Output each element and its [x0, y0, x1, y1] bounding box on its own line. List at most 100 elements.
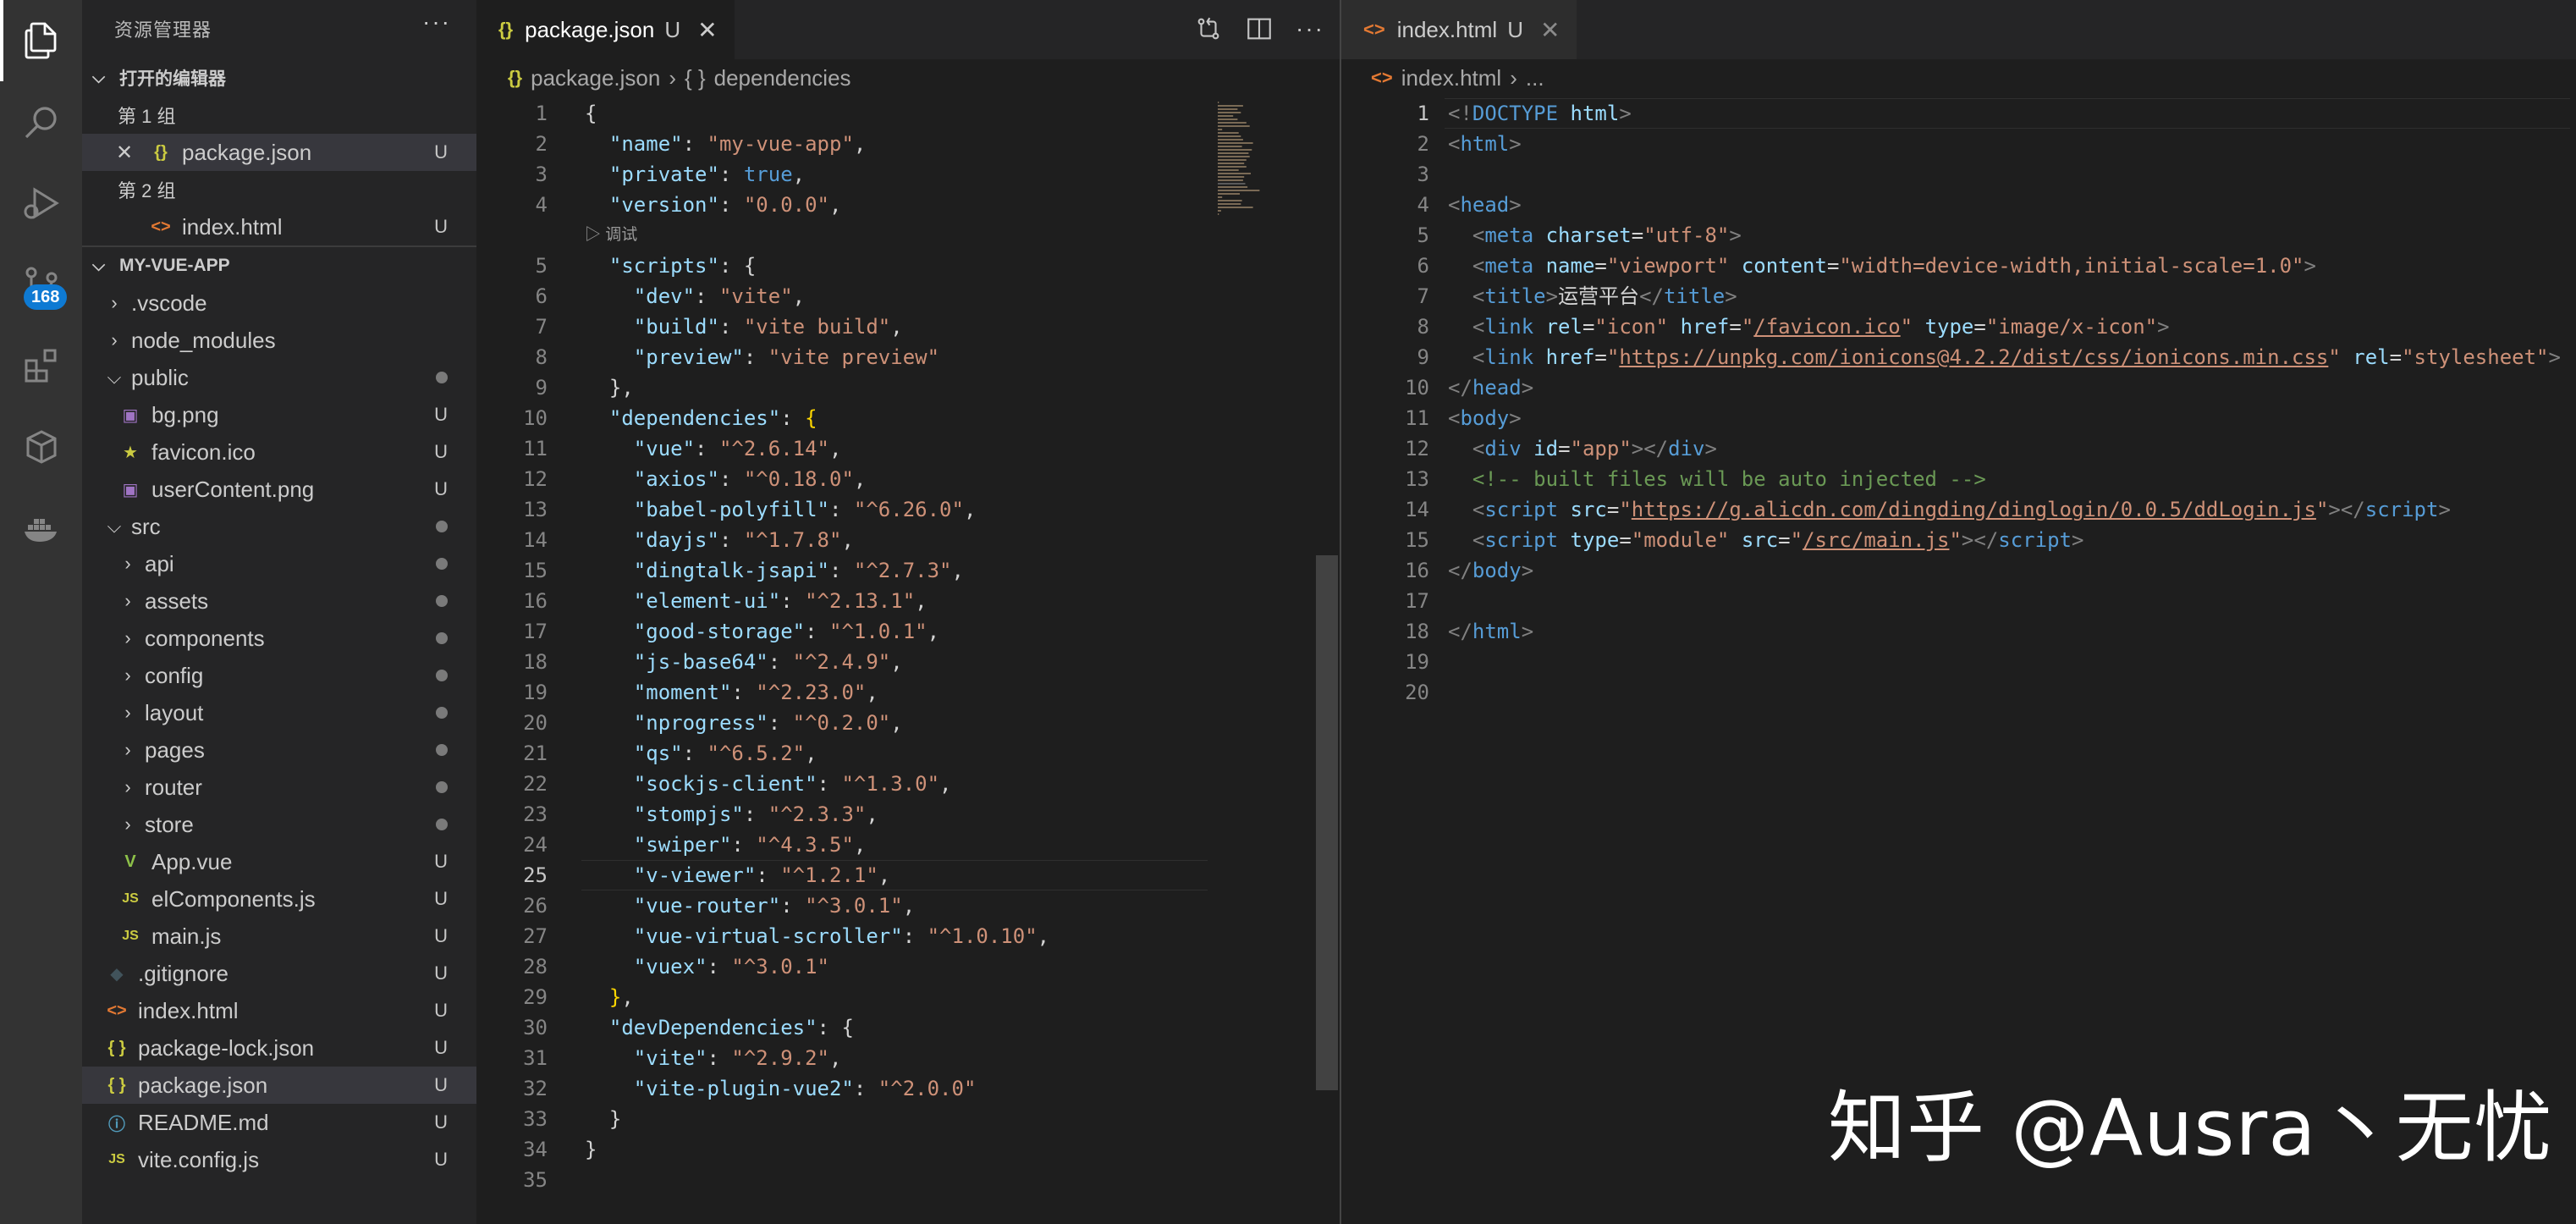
line-number: 19: [1405, 650, 1429, 674]
code-editor-right[interactable]: 1 <!DOCTYPE html> 2 <html> 3 4 <head> 5 <meta c…: [1341, 95, 2576, 1224]
code-editor-left[interactable]: 1 {2 "name": "my-vue-app", 3 "private": tr…: [476, 95, 1213, 1224]
tree-folder[interactable]: ⌵ public: [82, 359, 476, 396]
json-file-icon: { }: [107, 1075, 126, 1094]
code-line: <script type="module" src="/src/main.js"…: [1472, 528, 2084, 552]
extensions-icon[interactable]: [0, 325, 82, 406]
tree-item-label: favicon.ico: [151, 438, 256, 465]
git-status: U: [434, 1074, 448, 1095]
tree-folder[interactable]: › router: [82, 769, 476, 806]
close-icon[interactable]: ✕: [1540, 16, 1560, 44]
html-file-icon: <>: [1363, 19, 1385, 40]
tree-item-label: elComponents.js: [151, 885, 316, 912]
tree-file[interactable]: { } package.json U: [82, 1067, 476, 1104]
line-number: 27: [523, 924, 548, 948]
image-file-icon: ▣: [122, 480, 139, 499]
code-line: "vue": "^2.6.14",: [633, 437, 842, 460]
tree-file[interactable]: <> index.html U: [82, 992, 476, 1029]
tree-item-label: .gitignore: [138, 960, 228, 986]
docker-icon[interactable]: [0, 488, 82, 569]
explorer-more-button[interactable]: ···: [422, 8, 451, 36]
minimap-left[interactable]: [1213, 96, 1314, 1224]
tab-index-html[interactable]: <> index.html U ✕: [1341, 0, 1577, 59]
open-editor-package-json[interactable]: ✕ {} package.json U: [82, 134, 476, 171]
minimap-line: [1218, 142, 1253, 144]
scrollbar-left[interactable]: [1314, 96, 1340, 1224]
tree-folder[interactable]: › components: [82, 620, 476, 657]
tree-folder[interactable]: › .vscode: [82, 284, 476, 322]
tree-folder[interactable]: › api: [82, 545, 476, 582]
tree-folder[interactable]: › config: [82, 657, 476, 694]
git-status: U: [434, 404, 448, 425]
tree-item-label: userContent.png: [151, 476, 315, 502]
breadcrumb-symbol[interactable]: ...: [1526, 65, 1544, 91]
code-line: <div id="app"></div>: [1472, 437, 1717, 460]
tree-folder[interactable]: › layout: [82, 694, 476, 731]
debug-codelens[interactable]: ▷ 调试: [585, 220, 637, 251]
code-line: },: [585, 376, 634, 400]
tree-item-label: node_modules: [131, 327, 276, 353]
tree-file[interactable]: ⓘ README.md U: [82, 1104, 476, 1141]
line-number: 35: [523, 1168, 548, 1192]
tree-item-label: store: [145, 811, 194, 837]
tree-folder[interactable]: › node_modules: [82, 322, 476, 359]
project-header[interactable]: ⌵ MY-VUE-APP: [82, 247, 476, 284]
code-line: "swiper": "^4.3.5",: [633, 833, 867, 857]
tree-item-label: vite.config.js: [138, 1146, 260, 1172]
tree-file[interactable]: ▣ userContent.png U: [82, 471, 476, 508]
scroll-thumb-left[interactable]: [1316, 555, 1338, 1090]
remote-explorer-icon[interactable]: [0, 406, 82, 488]
close-icon[interactable]: ✕: [116, 141, 138, 165]
code-line: <!-- built files will be auto injected -…: [1472, 467, 1986, 491]
minimap-line: [1218, 186, 1248, 188]
open-editors-header[interactable]: ⌵ 打开的编辑器: [82, 59, 476, 96]
tree-folder[interactable]: › pages: [82, 731, 476, 769]
tree-file[interactable]: ★ favicon.ico U: [82, 433, 476, 471]
chevron-right-icon: ›: [124, 553, 131, 574]
tree-file[interactable]: JS elComponents.js U: [82, 880, 476, 918]
run-debug-icon[interactable]: [0, 163, 82, 244]
tree-file[interactable]: V App.vue U: [82, 843, 476, 880]
chevron-right-icon: ›: [124, 627, 131, 648]
explorer-icon[interactable]: [0, 0, 82, 81]
tree-item-label: api: [145, 550, 174, 576]
tree-file[interactable]: JS main.js U: [82, 918, 476, 955]
explorer-sidebar: 资源管理器 ··· ⌵ 打开的编辑器 第 1 组 ✕ {} package.js…: [82, 0, 476, 1224]
tab-package-json[interactable]: {} package.json U ✕: [476, 0, 735, 59]
tree-item-label: pages: [145, 736, 205, 763]
tree-file[interactable]: { } package-lock.json U: [82, 1029, 476, 1067]
code-line: "scripts": {: [608, 254, 757, 278]
line-number: 21: [523, 742, 548, 765]
breadcrumb-separator: ›: [1510, 64, 1517, 91]
tree-folder[interactable]: › assets: [82, 582, 476, 620]
line-number: 13: [1405, 467, 1429, 491]
more-actions-icon[interactable]: ···: [1296, 15, 1324, 42]
line-number: 15: [523, 559, 548, 582]
git-status: U: [434, 888, 448, 909]
tree-folder[interactable]: › store: [82, 806, 476, 843]
tree-folder[interactable]: ⌵ src: [82, 508, 476, 545]
tree-item-label: assets: [145, 587, 209, 614]
breadcrumb-symbol[interactable]: dependencies: [714, 65, 851, 91]
tab-bar-right: <> index.html U ✕: [1341, 0, 2576, 59]
breadcrumb-file[interactable]: index.html: [1401, 65, 1502, 91]
line-number: 31: [523, 1046, 548, 1070]
code-line: "preview": "vite preview": [633, 345, 940, 369]
split-editor-icon[interactable]: [1245, 14, 1274, 43]
code-line: "devDependencies": {: [608, 1016, 854, 1039]
minimap-line: [1218, 108, 1238, 110]
minimap-line: [1218, 213, 1219, 215]
tree-file[interactable]: JS vite.config.js U: [82, 1141, 476, 1178]
line-number: 5: [535, 254, 548, 278]
code-line: "v-viewer": "^1.2.1",: [633, 863, 891, 887]
search-icon[interactable]: [0, 81, 82, 163]
close-icon[interactable]: ✕: [697, 16, 717, 44]
breadcrumb-file[interactable]: package.json: [531, 65, 660, 91]
tree-item-label: layout: [145, 699, 204, 725]
open-changes-icon[interactable]: [1194, 14, 1223, 43]
line-number: 1: [535, 102, 548, 125]
modified-dot: [436, 372, 448, 383]
open-editor-index-html[interactable]: <> index.html U: [82, 208, 476, 245]
tab-bar-left: {} package.json U ✕ ···: [476, 0, 1340, 59]
tree-file[interactable]: ◆ .gitignore U: [82, 955, 476, 992]
tree-file[interactable]: ▣ bg.png U: [82, 396, 476, 433]
